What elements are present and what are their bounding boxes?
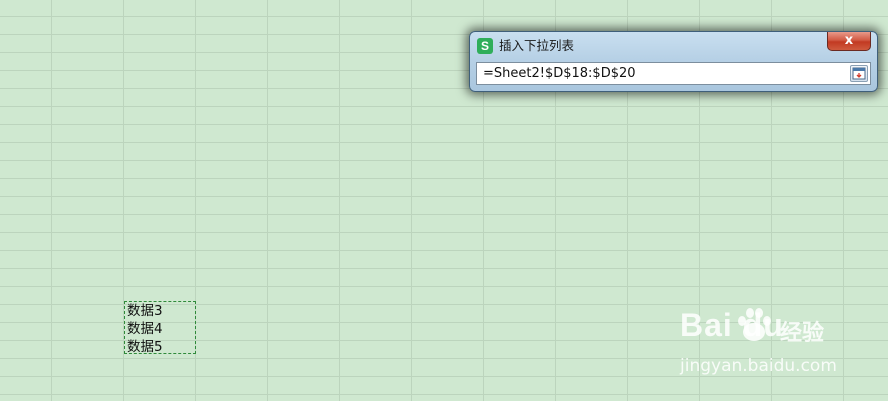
close-button[interactable]: x: [827, 32, 871, 51]
baidu-paw-icon: [738, 308, 771, 341]
range-input[interactable]: =Sheet2!$D$18:$D$20: [476, 62, 871, 85]
cell-data-3[interactable]: 数据3: [127, 303, 195, 321]
range-input-value[interactable]: =Sheet2!$D$18:$D$20: [483, 63, 636, 84]
baidu-jingyan-watermark: Bai du 经验 jingyan.baidu.com: [680, 305, 850, 385]
expand-dialog-button[interactable]: [850, 65, 868, 82]
wps-spreadsheet-icon: S: [477, 38, 493, 54]
selected-range[interactable]: 数据3 数据4 数据5: [124, 301, 196, 357]
expand-dialog-icon: [852, 67, 866, 80]
cell-data-5[interactable]: 数据5: [127, 339, 195, 357]
dialog-titlebar[interactable]: S 插入下拉列表 x: [470, 32, 877, 60]
insert-dropdown-list-dialog: S 插入下拉列表 x =Sheet2!$D$18:$D$20: [469, 31, 878, 92]
jingyan-text: 经验: [780, 321, 825, 346]
cell-data-4[interactable]: 数据4: [127, 321, 195, 339]
dialog-title: 插入下拉列表: [499, 38, 575, 53]
watermark-url: jingyan.baidu.com: [680, 356, 837, 376]
